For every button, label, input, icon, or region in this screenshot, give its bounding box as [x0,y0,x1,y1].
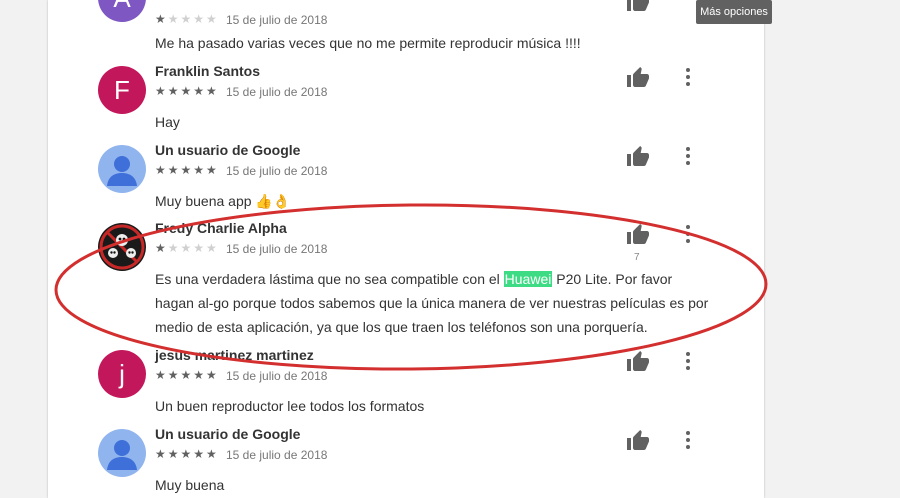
dot-icon [686,75,690,79]
avatar-initial: F [114,75,130,105]
review-date: 15 de julio de 2018 [226,13,328,27]
avatar [98,223,146,271]
review-date: 15 de julio de 2018 [226,164,328,178]
star-rating: ★★★★★ [155,12,219,26]
dot-icon [686,239,690,243]
more-options-tooltip: Más opciones [696,0,772,24]
star-rating: ★★★★★ [155,163,219,177]
avatar [98,429,146,477]
review-text: Es una verdadera lástima que no sea comp… [155,267,715,339]
star-icon: ★★★★ [167,12,219,26]
thumbs-up-icon[interactable] [626,66,650,90]
review-text-content: Hay [155,114,180,130]
thumbs-up-icon[interactable] [626,350,650,374]
star-icon: ★ [155,12,168,26]
star-icon: ★ [155,241,168,255]
star-rating: ★★★★★ [155,368,219,382]
more-options-button[interactable] [684,66,692,88]
dot-icon [686,232,690,236]
thumbs-up-icon[interactable] [626,0,650,14]
dot-icon [686,366,690,370]
avatar [98,145,146,193]
star-icon: ★★★★★ [155,84,219,98]
review-date: 15 de julio de 2018 [226,242,328,256]
review-date: 15 de julio de 2018 [226,448,328,462]
reviewer-name: jesus martinez martinez [155,347,314,363]
avatar: F [98,66,146,114]
highlighted-word: Huawei [503,271,553,287]
dot-icon [686,161,690,165]
star-icon: ★★★★★ [155,447,219,461]
reviewer-name: Franklin Santos [155,63,261,79]
thumbs-up-icon[interactable] [626,223,650,247]
star-icon: ★★★★★ [155,368,219,382]
avatar: A [98,0,146,22]
like-count: 7 [634,252,640,263]
dot-icon [686,147,690,151]
reviewer-name: Un usuario de Google [155,426,301,442]
review-text: Muy buena app 👍👌 [155,189,715,213]
star-rating: ★★★★★ [155,241,219,255]
default-user-icon [107,156,137,186]
dot-icon [686,82,690,86]
thumbs-up-icon[interactable] [626,429,650,453]
dot-icon [686,445,690,449]
default-user-icon [107,440,137,470]
dot-icon [686,154,690,158]
review-text-content: Muy buena app 👍👌 [155,193,291,209]
dot-icon [686,431,690,435]
dot-icon [686,359,690,363]
review-text-content: Muy buena [155,477,225,493]
thumbs-up-icon[interactable] [626,145,650,169]
star-icon: ★★★★ [167,241,219,255]
review-text: Me ha pasado varias veces que no me perm… [155,31,715,55]
reviewer-name: Fredy Charlie Alpha [155,220,287,236]
more-options-button[interactable] [684,145,692,167]
avatar: j [98,350,146,398]
more-options-button[interactable] [684,223,692,245]
dot-icon [686,225,690,229]
review-date: 15 de julio de 2018 [226,85,328,99]
skull-avatar-icon [99,224,145,270]
dot-icon [686,352,690,356]
avatar-initial: j [119,359,125,389]
more-options-button[interactable] [684,429,692,451]
more-options-button[interactable] [684,350,692,372]
star-rating: ★★★★★ [155,447,219,461]
review-text: Hay [155,110,715,134]
reviews-list: A ★★★★★ 15 de julio de 2018 Me ha pasado… [48,0,772,498]
dot-icon [686,68,690,72]
avatar-initial: A [113,0,130,13]
dot-icon [686,438,690,442]
review-text-content: Es una verdadera lástima que no sea comp… [155,271,504,287]
star-rating: ★★★★★ [155,84,219,98]
review-text: Muy buena [155,473,715,497]
reviewer-name: Un usuario de Google [155,142,301,158]
review-text-content: Un buen reproductor lee todos los format… [155,398,425,414]
review-date: 15 de julio de 2018 [226,369,328,383]
review-text: Un buen reproductor lee todos los format… [155,394,715,418]
star-icon: ★★★★★ [155,163,219,177]
review-text-content: Me ha pasado varias veces que no me perm… [155,35,581,51]
